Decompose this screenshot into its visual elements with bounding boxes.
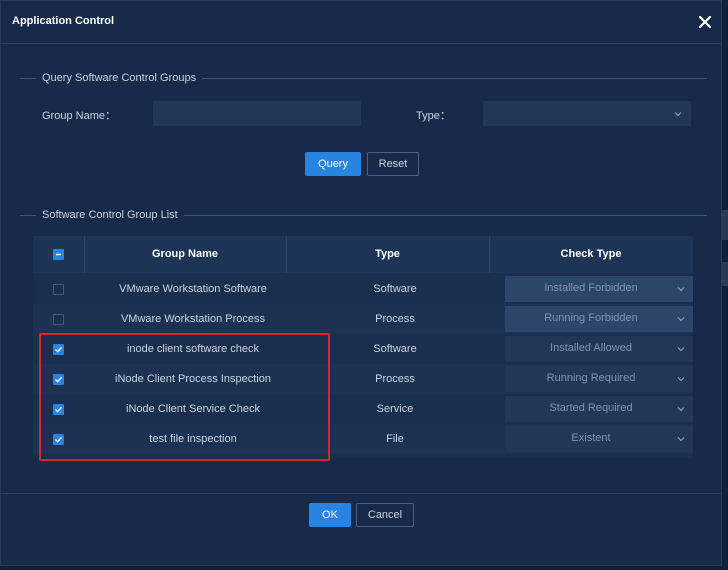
chevron-down-icon — [677, 407, 685, 412]
chevron-down-icon — [677, 377, 685, 382]
backdrop-fragment — [722, 262, 728, 286]
group-name-cell: inode client software check — [126, 343, 260, 355]
checkmark-icon — [55, 376, 63, 383]
check-type-value: Started Required — [549, 402, 633, 414]
list-section-legend: Software Control Group List — [20, 208, 707, 222]
group-name-cell: test file inspection — [149, 433, 237, 445]
chevron-down-icon — [674, 111, 682, 116]
software-group-table: Group Name Type Check Type VMware Workst… — [33, 236, 693, 458]
application-control-dialog: Application Control Query Software Contr… — [0, 0, 722, 566]
row-checkbox[interactable] — [53, 434, 64, 445]
query-button[interactable]: Query — [305, 152, 361, 176]
type-label: Type： — [416, 110, 451, 122]
check-type-select[interactable]: Running Forbidden — [505, 306, 693, 332]
group-name-input[interactable] — [153, 101, 361, 126]
table-row[interactable]: iNode Client Process Inspection Process … — [33, 364, 693, 394]
check-type-select[interactable]: Installed Allowed — [505, 336, 693, 362]
group-name-cell: VMware Workstation Software — [119, 283, 267, 295]
type-cell: Software — [373, 283, 417, 295]
check-type-select[interactable]: Running Required — [505, 366, 693, 392]
type-cell: Service — [376, 403, 414, 415]
check-type-select[interactable]: Installed Forbidden — [505, 276, 693, 302]
table-header: Group Name Type Check Type — [33, 236, 693, 273]
check-type-select[interactable]: Existent — [505, 426, 693, 452]
group-name-label: Group Name： — [42, 110, 116, 122]
column-header-type[interactable]: Type — [286, 236, 489, 273]
type-cell: Software — [373, 343, 417, 355]
table-row[interactable]: inode client software check Software Ins… — [33, 334, 693, 364]
reset-button[interactable]: Reset — [367, 152, 419, 176]
group-name-cell: iNode Client Service Check — [126, 403, 260, 415]
table-row[interactable]: VMware Workstation Software Software Ins… — [33, 274, 693, 304]
check-type-select[interactable]: Started Required — [505, 396, 693, 422]
query-section-legend: Query Software Control Groups — [20, 71, 707, 85]
close-icon[interactable] — [697, 14, 713, 30]
type-cell: Process — [375, 373, 415, 385]
row-checkbox[interactable] — [53, 374, 64, 385]
footer-divider — [1, 493, 721, 494]
type-select[interactable] — [483, 101, 691, 126]
column-header-group-name[interactable]: Group Name — [84, 236, 286, 273]
row-checkbox[interactable] — [53, 404, 64, 415]
checkmark-icon — [55, 436, 63, 443]
group-name-cell: iNode Client Process Inspection — [115, 373, 271, 385]
check-type-value: Existent — [571, 432, 611, 444]
checkmark-icon — [55, 406, 63, 413]
check-type-value: Installed Forbidden — [544, 282, 638, 294]
row-checkbox[interactable] — [53, 344, 64, 355]
chevron-down-icon — [677, 287, 685, 292]
check-type-value: Installed Allowed — [550, 342, 632, 354]
chevron-down-icon — [677, 317, 685, 322]
type-cell: File — [386, 433, 404, 445]
cancel-button[interactable]: Cancel — [356, 503, 414, 527]
select-all-checkbox[interactable] — [53, 249, 64, 260]
table-row[interactable]: iNode Client Service Check Service Start… — [33, 394, 693, 424]
table-row[interactable]: test file inspection File Existent — [33, 424, 693, 454]
check-type-value: Running Forbidden — [544, 312, 638, 324]
ok-button[interactable]: OK — [309, 503, 351, 527]
list-section-title: Software Control Group List — [42, 209, 178, 221]
backdrop-fragment — [722, 210, 728, 240]
column-header-check-type[interactable]: Check Type — [489, 236, 693, 273]
query-section-title: Query Software Control Groups — [42, 72, 197, 84]
chevron-down-icon — [677, 437, 685, 442]
table-row[interactable]: VMware Workstation Process Process Runni… — [33, 304, 693, 334]
row-checkbox[interactable] — [53, 284, 64, 295]
type-cell: Process — [375, 313, 415, 325]
row-checkbox[interactable] — [53, 314, 64, 325]
chevron-down-icon — [677, 347, 685, 352]
checkmark-icon — [55, 346, 63, 353]
dialog-title-bar: Application Control — [1, 1, 721, 44]
check-type-value: Running Required — [546, 372, 636, 384]
dialog-title: Application Control — [12, 15, 115, 27]
group-name-cell: VMware Workstation Process — [120, 313, 266, 325]
